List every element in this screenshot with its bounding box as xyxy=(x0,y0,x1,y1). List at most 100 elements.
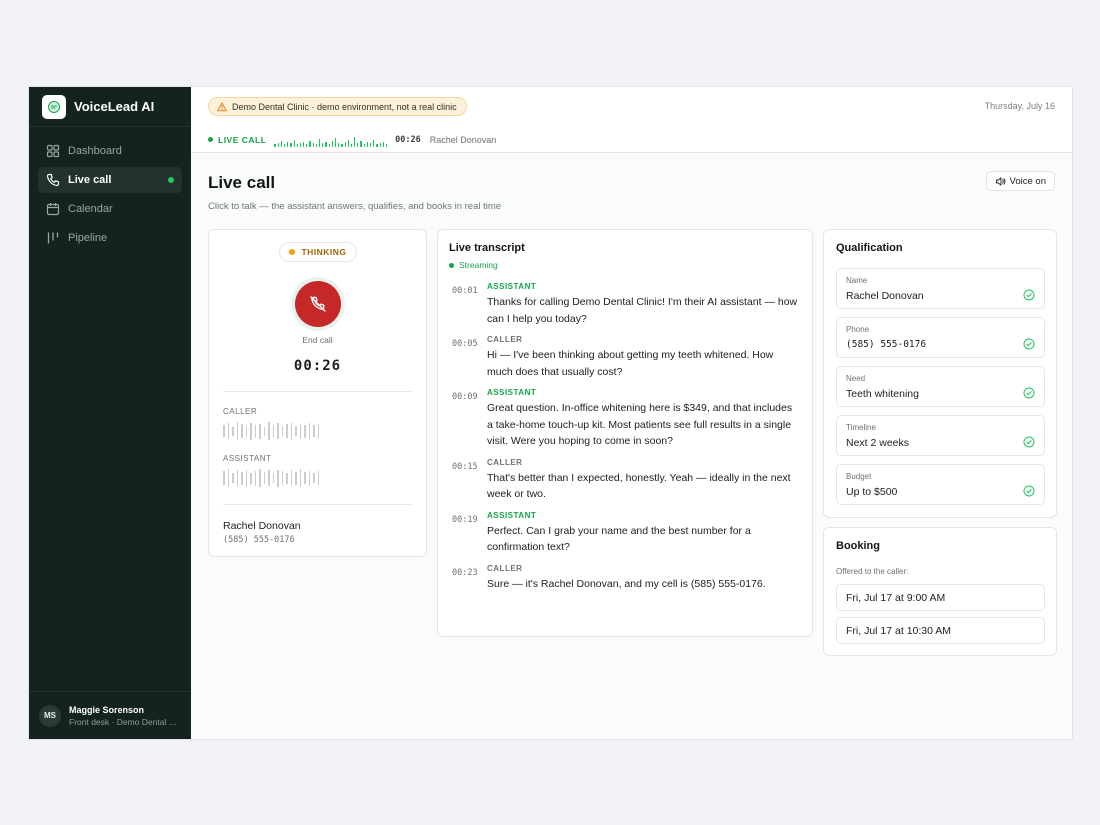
message-time: 00:05 xyxy=(452,339,478,349)
waveform-bar xyxy=(331,140,333,147)
waveform-bar xyxy=(232,426,234,436)
waveform-bar xyxy=(268,470,270,486)
sidebar-nav: Dashboard Live call Calendar Pipeline xyxy=(29,127,191,254)
live-call-bar[interactable]: LIVE CALL 00:26 Rachel Donovan xyxy=(191,127,1072,153)
waveform-bar xyxy=(245,469,247,487)
avatar: MS xyxy=(39,704,61,727)
waveform-bar xyxy=(299,142,302,147)
phone-hangup-icon xyxy=(310,296,326,312)
warning-icon xyxy=(217,102,227,111)
waveform-bar xyxy=(312,142,314,147)
booking-slot[interactable]: Fri, Jul 17 at 9:00 AM xyxy=(836,584,1045,611)
voice-toggle-button[interactable]: Voice on xyxy=(985,171,1055,191)
waveform-bar xyxy=(319,138,321,147)
waveform-bar xyxy=(382,141,384,147)
qualification-field-need[interactable]: Need Teeth whitening xyxy=(836,366,1045,407)
qualification-list: Name Rachel Donovan Phone (585) 555-0176… xyxy=(836,268,1045,513)
caller-waveform xyxy=(223,421,319,441)
waveform-bar xyxy=(313,473,315,483)
waveform-bar xyxy=(373,139,375,147)
transcript-title: Live transcript xyxy=(449,242,525,254)
waveform-bar xyxy=(277,469,279,487)
waveform-bar xyxy=(334,137,337,147)
waveform-bar xyxy=(236,422,238,440)
qualification-field-timeline[interactable]: Timeline Next 2 weeks xyxy=(836,415,1045,456)
waveform-bar xyxy=(290,470,292,486)
booking-slot[interactable]: Fri, Jul 17 at 10:30 AM xyxy=(836,617,1045,644)
end-call-button[interactable] xyxy=(295,281,341,327)
sidebar-item-dashboard[interactable]: Dashboard xyxy=(38,138,182,164)
waveform-bar xyxy=(350,143,353,147)
grid-icon xyxy=(46,144,60,158)
phone-icon xyxy=(46,173,60,187)
transcript-list: 00:01 ASSISTANT Thanks for calling Demo … xyxy=(452,282,800,600)
transcript-message: 00:15 CALLER That's better than I expect… xyxy=(452,458,800,503)
message-role: ASSISTANT xyxy=(487,282,537,291)
message-text: Perfect. Can I grab your name and the be… xyxy=(487,524,751,554)
main-content: Demo Dental Clinic · demo environment, n… xyxy=(191,87,1072,739)
waveform-bar xyxy=(227,469,229,487)
calendar-icon xyxy=(46,203,60,216)
qualification-card: Qualification Name Rachel Donovan Phone … xyxy=(823,229,1057,518)
check-circle-icon xyxy=(1023,289,1035,301)
user-name: Maggie Sorenson xyxy=(69,704,145,715)
live-call-label: LIVE CALL xyxy=(218,134,267,145)
field-label: Timeline xyxy=(846,423,876,432)
waveform-bar xyxy=(293,139,295,147)
waveform-bar xyxy=(254,424,256,438)
live-caller-name: Rachel Donovan xyxy=(429,134,497,145)
divider xyxy=(223,391,412,392)
message-text: Thanks for calling Demo Dental Clinic! I… xyxy=(487,296,798,325)
field-value: Teeth whitening xyxy=(846,388,919,400)
message-time: 00:09 xyxy=(452,392,478,402)
message-role: CALLER xyxy=(487,335,523,344)
demo-notice-badge: Demo Dental Clinic · demo environment, n… xyxy=(208,97,467,116)
field-label: Name xyxy=(846,276,868,285)
qualification-field-phone[interactable]: Phone (585) 555-0176 xyxy=(836,317,1045,358)
waveform-bar xyxy=(286,424,288,438)
qualification-field-budget[interactable]: Budget Up to $500 xyxy=(836,464,1045,505)
transcript-message: 00:23 CALLER Sure — it's Rachel Donovan,… xyxy=(452,564,800,593)
waveform-bar xyxy=(299,423,301,439)
qualification-field-name[interactable]: Name Rachel Donovan xyxy=(836,268,1045,309)
waveform-bar xyxy=(295,471,297,485)
waveform-bar xyxy=(315,143,318,147)
brand-logo-icon xyxy=(42,94,66,119)
waveform-bar xyxy=(303,141,305,147)
waveform-bar xyxy=(263,426,265,436)
waveform-bar xyxy=(296,143,298,147)
brand[interactable]: VoiceLead AI xyxy=(29,87,191,127)
page-header: Live call Click to talk — the assistant … xyxy=(208,173,501,212)
user-profile[interactable]: MS Maggie Sorenson Front desk · Demo Den… xyxy=(29,691,191,739)
sidebar-item-calendar[interactable]: Calendar xyxy=(38,196,182,222)
message-text: Great question. In-office whitening here… xyxy=(487,402,793,447)
field-label: Budget xyxy=(846,472,872,481)
transcript-message: 00:05 CALLER Hi — I've been thinking abo… xyxy=(452,335,800,380)
status-badge: THINKING xyxy=(279,242,357,262)
sidebar-item-live-call[interactable]: Live call xyxy=(38,167,182,193)
waveform-bar xyxy=(274,143,276,147)
live-dot xyxy=(208,137,213,142)
message-time: 00:23 xyxy=(452,567,478,578)
live-call-timer: 00:26 xyxy=(395,134,421,145)
waveform-bar xyxy=(328,143,330,147)
streaming-dot xyxy=(449,262,454,268)
message-time: 00:19 xyxy=(452,514,478,525)
field-label: Phone xyxy=(846,325,870,334)
waveform-bar xyxy=(277,142,279,147)
message-role: CALLER xyxy=(487,457,523,467)
waveform-bar xyxy=(357,142,359,147)
check-circle-icon xyxy=(1023,485,1035,497)
call-control-card: THINKING End call 00:26 CALLER ASSISTANT… xyxy=(208,229,427,557)
waveform-bar xyxy=(347,139,349,147)
waveform-bar xyxy=(236,470,238,486)
caller-phone: (585) 555-0176 xyxy=(223,535,295,545)
field-value: Up to $500 xyxy=(846,486,898,498)
sidebar-item-pipeline[interactable]: Pipeline xyxy=(38,225,182,251)
end-call-label: End call xyxy=(302,335,333,345)
check-circle-icon xyxy=(1023,436,1035,448)
waveform-bar xyxy=(317,424,319,438)
waveform-bar xyxy=(272,473,274,483)
waveform-bar xyxy=(259,469,261,487)
waveform-bar xyxy=(313,425,315,437)
